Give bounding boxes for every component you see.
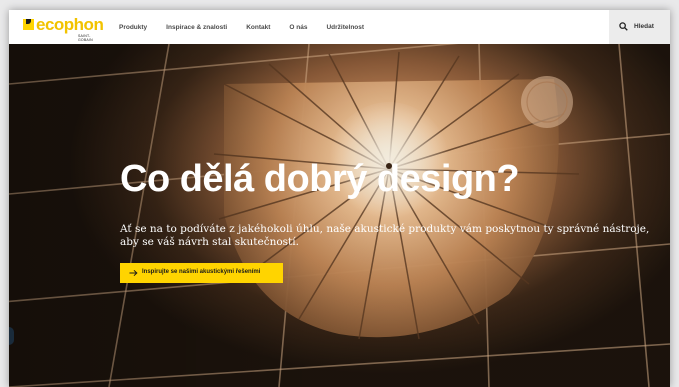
hero-subtitle: Ať se na to podíváte z jakéhokoli úhlu, … <box>120 223 650 248</box>
hero-title: Co dělá dobrý design? <box>120 158 520 200</box>
hero-banner: Co dělá dobrý design? Ať se na to podívá… <box>9 44 670 387</box>
nav-item-kontakt[interactable]: Kontakt <box>246 24 270 31</box>
logo-text: ecophon <box>36 15 104 34</box>
site-header: ecophon SAINT-GOBAIN Produkty Inspirace … <box>9 10 670 44</box>
logo-mark-icon <box>23 19 34 30</box>
hero-overlay <box>9 44 670 387</box>
web-page: ecophon SAINT-GOBAIN Produkty Inspirace … <box>9 10 670 387</box>
ecophon-logo[interactable]: ecophon SAINT-GOBAIN <box>23 15 105 42</box>
logo-subtitle: SAINT-GOBAIN <box>78 34 93 42</box>
nav-item-produkty[interactable]: Produkty <box>119 24 147 31</box>
inspiration-cta-button[interactable]: Inspirujte se našimi akustickými řešením… <box>120 263 283 283</box>
search-label: Hledat <box>634 23 654 30</box>
search-button[interactable]: Hledat <box>609 10 670 44</box>
arrow-right-icon <box>129 269 138 277</box>
screenshot-frame: ecophon SAINT-GOBAIN Produkty Inspirace … <box>0 0 679 387</box>
nav-item-inspirace[interactable]: Inspirace & znalosti <box>166 24 227 31</box>
nav-item-o-nas[interactable]: O nás <box>289 24 307 31</box>
side-feedback-tab[interactable] <box>9 327 14 345</box>
cta-label: Inspirujte se našimi akustickými řešením… <box>142 269 261 275</box>
main-nav: Produkty Inspirace & znalosti Kontakt O … <box>119 10 383 44</box>
search-icon <box>619 22 628 31</box>
nav-item-udrzitelnost[interactable]: Udržitelnost <box>326 24 364 31</box>
